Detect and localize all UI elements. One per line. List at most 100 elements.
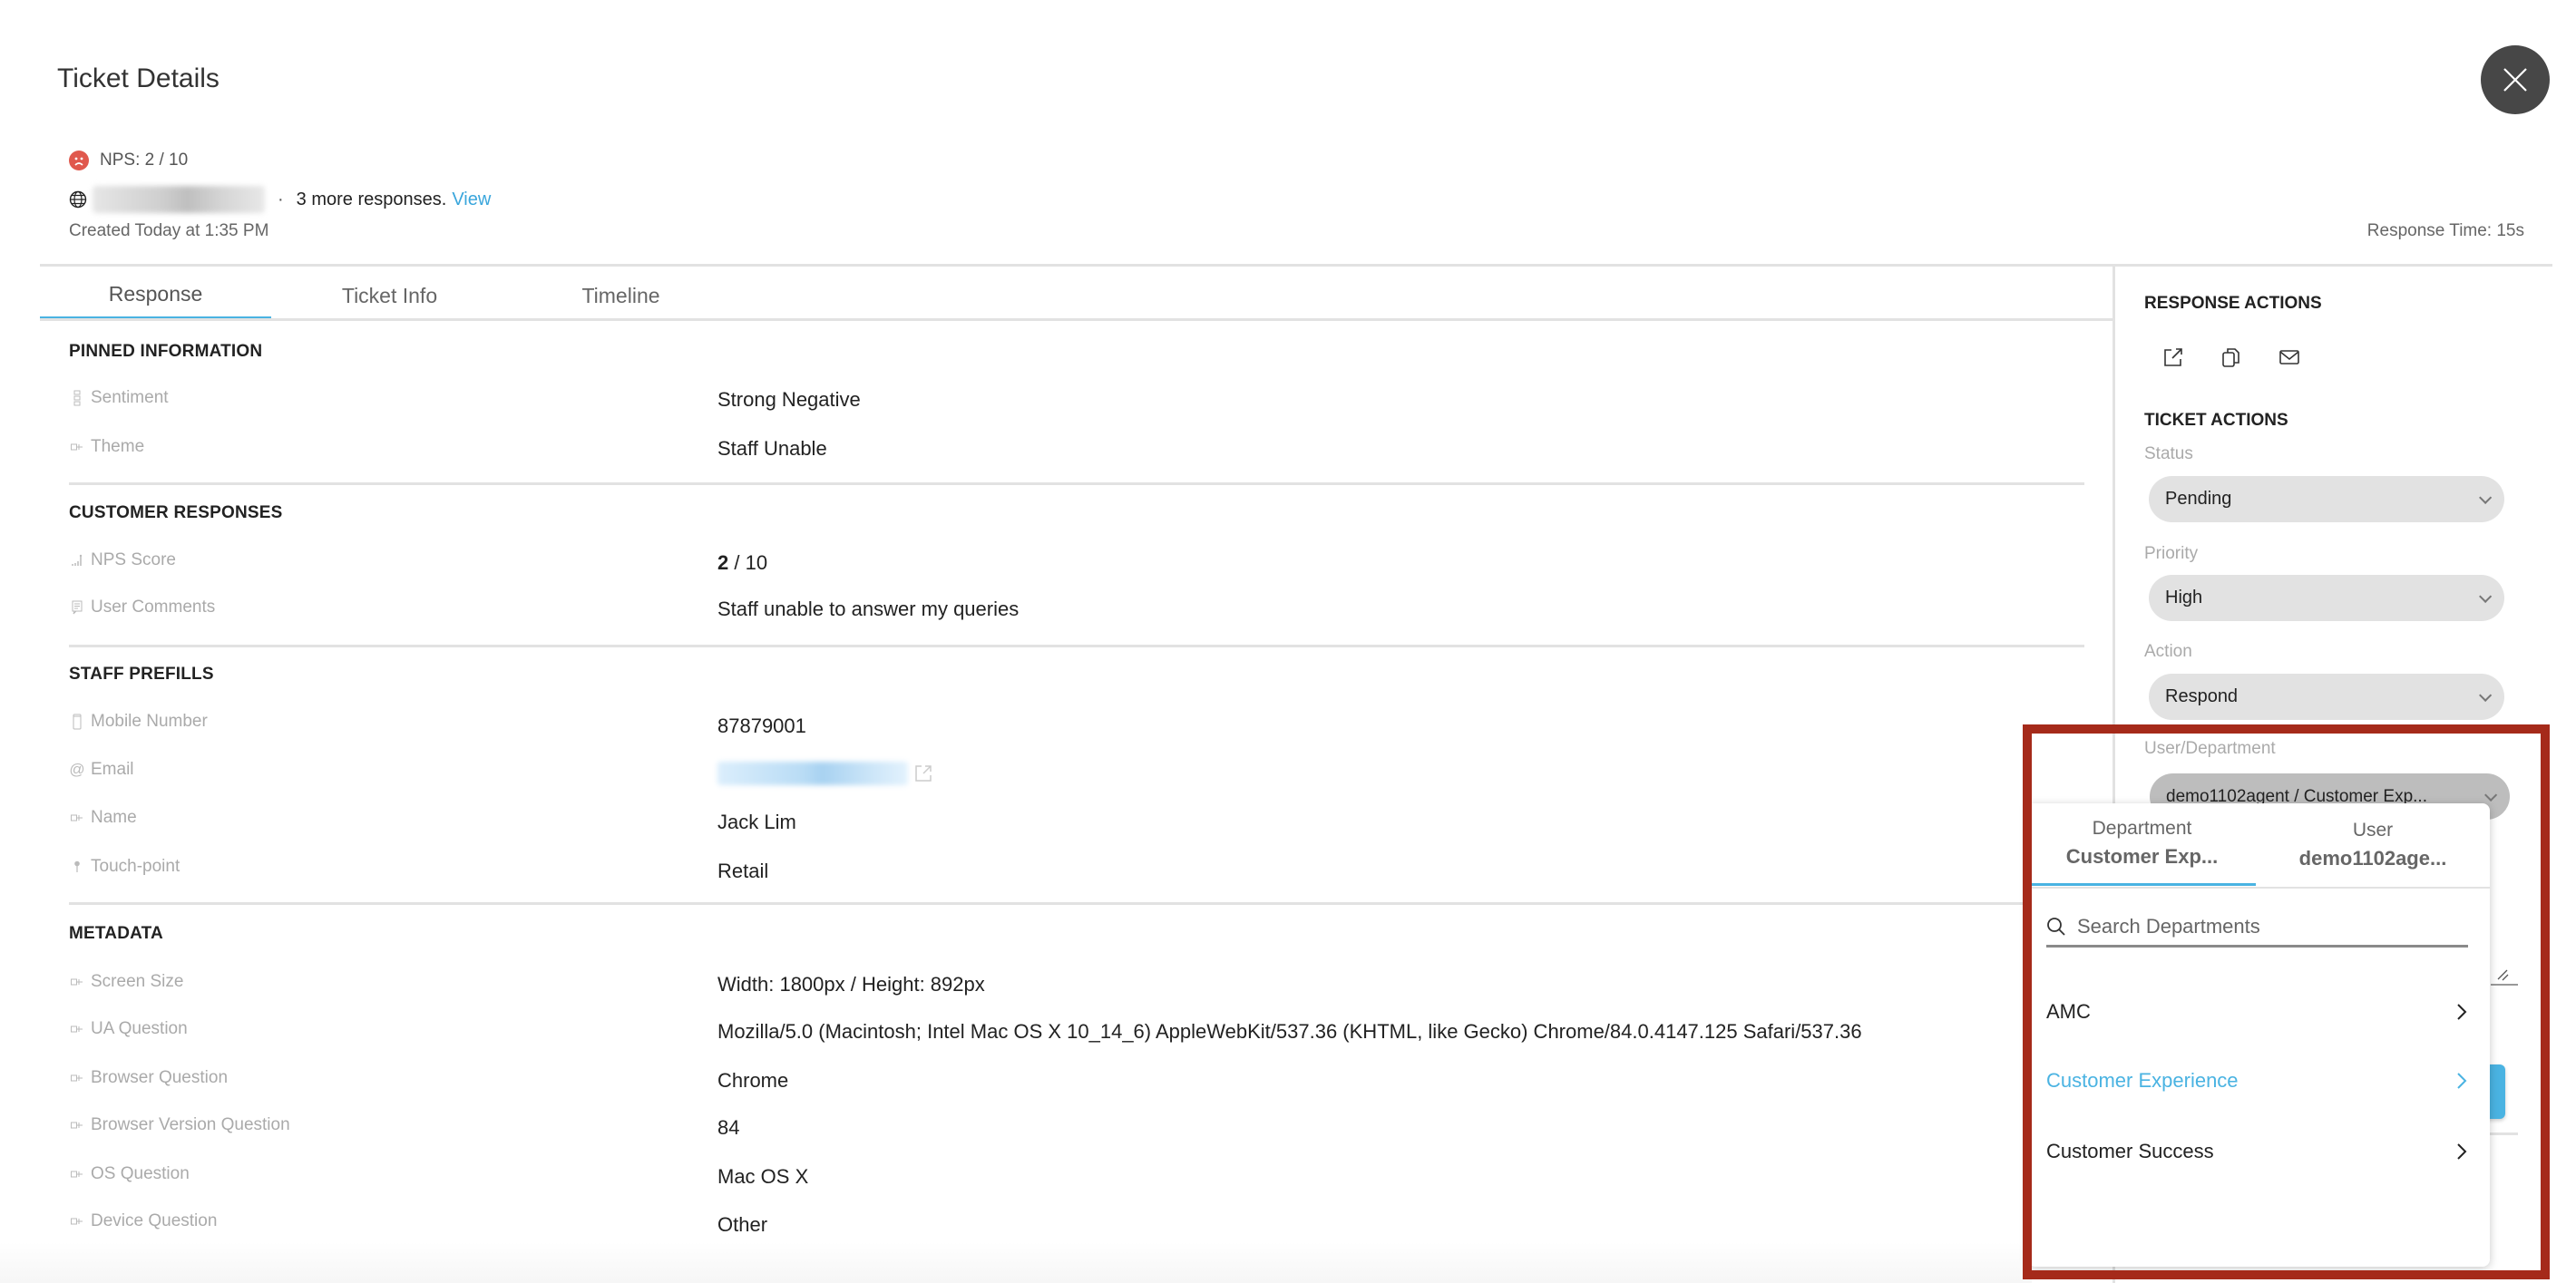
email-button[interactable] xyxy=(2271,339,2308,375)
external-link-icon xyxy=(2164,348,2182,366)
row-label-screen-size: Screen Size xyxy=(71,972,183,992)
status-label: Status xyxy=(2144,444,2193,463)
copy-icon xyxy=(2222,348,2239,367)
pin-icon xyxy=(71,860,83,873)
row-value-ua-question: Mozilla/5.0 (Macintosh; Intel Mac OS X 1… xyxy=(717,1020,1862,1043)
page-title: Ticket Details xyxy=(57,63,220,93)
row-value-user-comments: Staff unable to answer my queries xyxy=(717,598,1020,620)
row-label-browser-question: Browser Question xyxy=(71,1068,228,1088)
tag-icon xyxy=(71,812,83,824)
tag-icon xyxy=(71,1072,83,1084)
tag-icon xyxy=(71,976,83,988)
row-value-email[interactable] xyxy=(717,762,933,785)
user-department-label: User/Department xyxy=(2144,739,2276,758)
tag-icon xyxy=(71,1119,83,1132)
staff-email-redacted[interactable] xyxy=(717,762,908,785)
close-icon xyxy=(2503,68,2527,92)
section-divider xyxy=(69,902,2084,905)
chevron-down-icon xyxy=(2479,589,2493,603)
resize-grip-icon xyxy=(2491,969,2518,986)
dropdown-tabs-divider xyxy=(2028,887,2490,889)
row-label-email: @ Email xyxy=(69,760,134,779)
tabs-divider xyxy=(40,318,2113,321)
tag-icon xyxy=(71,1023,83,1035)
section-title-metadata: METADATA xyxy=(69,924,163,943)
mobile-icon xyxy=(71,714,83,730)
close-button[interactable] xyxy=(2481,45,2550,114)
created-timestamp: Created Today at 1:35 PM xyxy=(69,221,269,240)
row-value-browser-version-question: 84 xyxy=(717,1116,740,1139)
row-label-touch-point: Touch-point xyxy=(71,857,180,877)
nps-score-max: / 10 xyxy=(728,551,768,574)
globe-icon xyxy=(69,190,87,209)
responses-line: · 3 more responses. View xyxy=(69,186,491,213)
status-select[interactable]: Pending xyxy=(2149,476,2504,522)
priority-select[interactable]: High xyxy=(2149,575,2504,621)
tab-ticket-info[interactable]: Ticket Info xyxy=(274,272,505,320)
user-department-dropdown: Department Customer Exp... User demo1102… xyxy=(2028,803,2490,1267)
chevron-right-icon xyxy=(2457,1073,2467,1089)
section-title-customer-responses: CUSTOMER RESPONSES xyxy=(69,503,283,522)
dropdown-tab-department[interactable]: Department Customer Exp... xyxy=(2028,803,2256,886)
priority-label: Priority xyxy=(2144,544,2199,563)
department-item-customer-success[interactable]: Customer Success xyxy=(2046,1129,2468,1174)
sentiment-icon xyxy=(71,390,83,406)
chevron-right-icon xyxy=(2457,1004,2467,1020)
header-divider xyxy=(40,264,2552,267)
department-item-amc[interactable]: AMC xyxy=(2046,989,2468,1035)
department-search-input[interactable] xyxy=(2077,914,2440,938)
respondent-email-redacted xyxy=(93,186,265,213)
section-title-staff-prefills: STAFF PREFILLS xyxy=(69,665,214,684)
ticket-actions-title: TICKET ACTIONS xyxy=(2144,411,2288,430)
action-select[interactable]: Respond xyxy=(2149,674,2504,720)
mail-icon xyxy=(2279,350,2299,364)
view-responses-link[interactable]: View xyxy=(452,190,491,210)
row-value-nps-score: 2 / 10 xyxy=(717,551,767,575)
comment-icon xyxy=(71,600,83,615)
chevron-down-icon xyxy=(2484,788,2498,802)
at-icon: @ xyxy=(69,761,85,778)
row-label-name: Name xyxy=(71,808,137,828)
row-label-os-question: OS Question xyxy=(71,1164,190,1184)
bottom-fade xyxy=(0,1242,2032,1283)
section-title-pinned: PINNED INFORMATION xyxy=(69,342,263,361)
status-value: Pending xyxy=(2165,489,2232,509)
response-actions-title: RESPONSE ACTIONS xyxy=(2144,294,2322,313)
action-value: Respond xyxy=(2165,686,2239,706)
row-label-theme: Theme xyxy=(71,437,144,457)
right-panel-divider xyxy=(2485,1132,2518,1135)
separator-dot: · xyxy=(278,189,284,209)
textarea-resize-handle[interactable] xyxy=(2491,967,2518,987)
tag-icon xyxy=(71,1168,83,1181)
section-divider xyxy=(69,482,2084,485)
row-value-mobile-number: 87879001 xyxy=(717,714,806,737)
tag-icon xyxy=(71,441,83,453)
row-label-nps-score: NPS Score xyxy=(71,550,176,570)
department-search[interactable] xyxy=(2046,908,2468,948)
row-value-sentiment: Strong Negative xyxy=(717,388,861,411)
row-value-browser-question: Chrome xyxy=(717,1069,789,1092)
external-link-icon[interactable] xyxy=(913,763,933,783)
nps-summary: NPS: 2 / 10 xyxy=(69,151,188,170)
search-icon xyxy=(2047,917,2065,936)
row-label-user-comments: User Comments xyxy=(71,598,215,617)
row-label-ua-question: UA Question xyxy=(71,1019,188,1039)
section-divider xyxy=(69,645,2084,647)
more-responses-text: 3 more responses. xyxy=(296,189,447,209)
open-external-button[interactable] xyxy=(2155,339,2191,375)
row-value-screen-size: Width: 1800px / Height: 892px xyxy=(717,973,985,996)
tab-timeline[interactable]: Timeline xyxy=(505,272,737,320)
response-time: Response Time: 15s xyxy=(2366,221,2524,240)
sad-face-icon xyxy=(69,151,89,170)
copy-button[interactable] xyxy=(2213,339,2249,375)
nps-text: NPS: 2 / 10 xyxy=(100,151,189,170)
chevron-down-icon xyxy=(2479,688,2493,702)
department-item-customer-experience[interactable]: Customer Experience xyxy=(2046,1058,2468,1103)
row-value-touch-point: Retail xyxy=(717,860,769,882)
chevron-right-icon xyxy=(2457,1143,2467,1160)
dropdown-tab-user[interactable]: User demo1102age... xyxy=(2256,803,2490,886)
row-label-sentiment: Sentiment xyxy=(71,388,169,408)
response-actions-toolbar xyxy=(2155,339,2308,375)
row-value-device-question: Other xyxy=(717,1213,768,1236)
tab-response[interactable]: Response xyxy=(40,272,271,320)
